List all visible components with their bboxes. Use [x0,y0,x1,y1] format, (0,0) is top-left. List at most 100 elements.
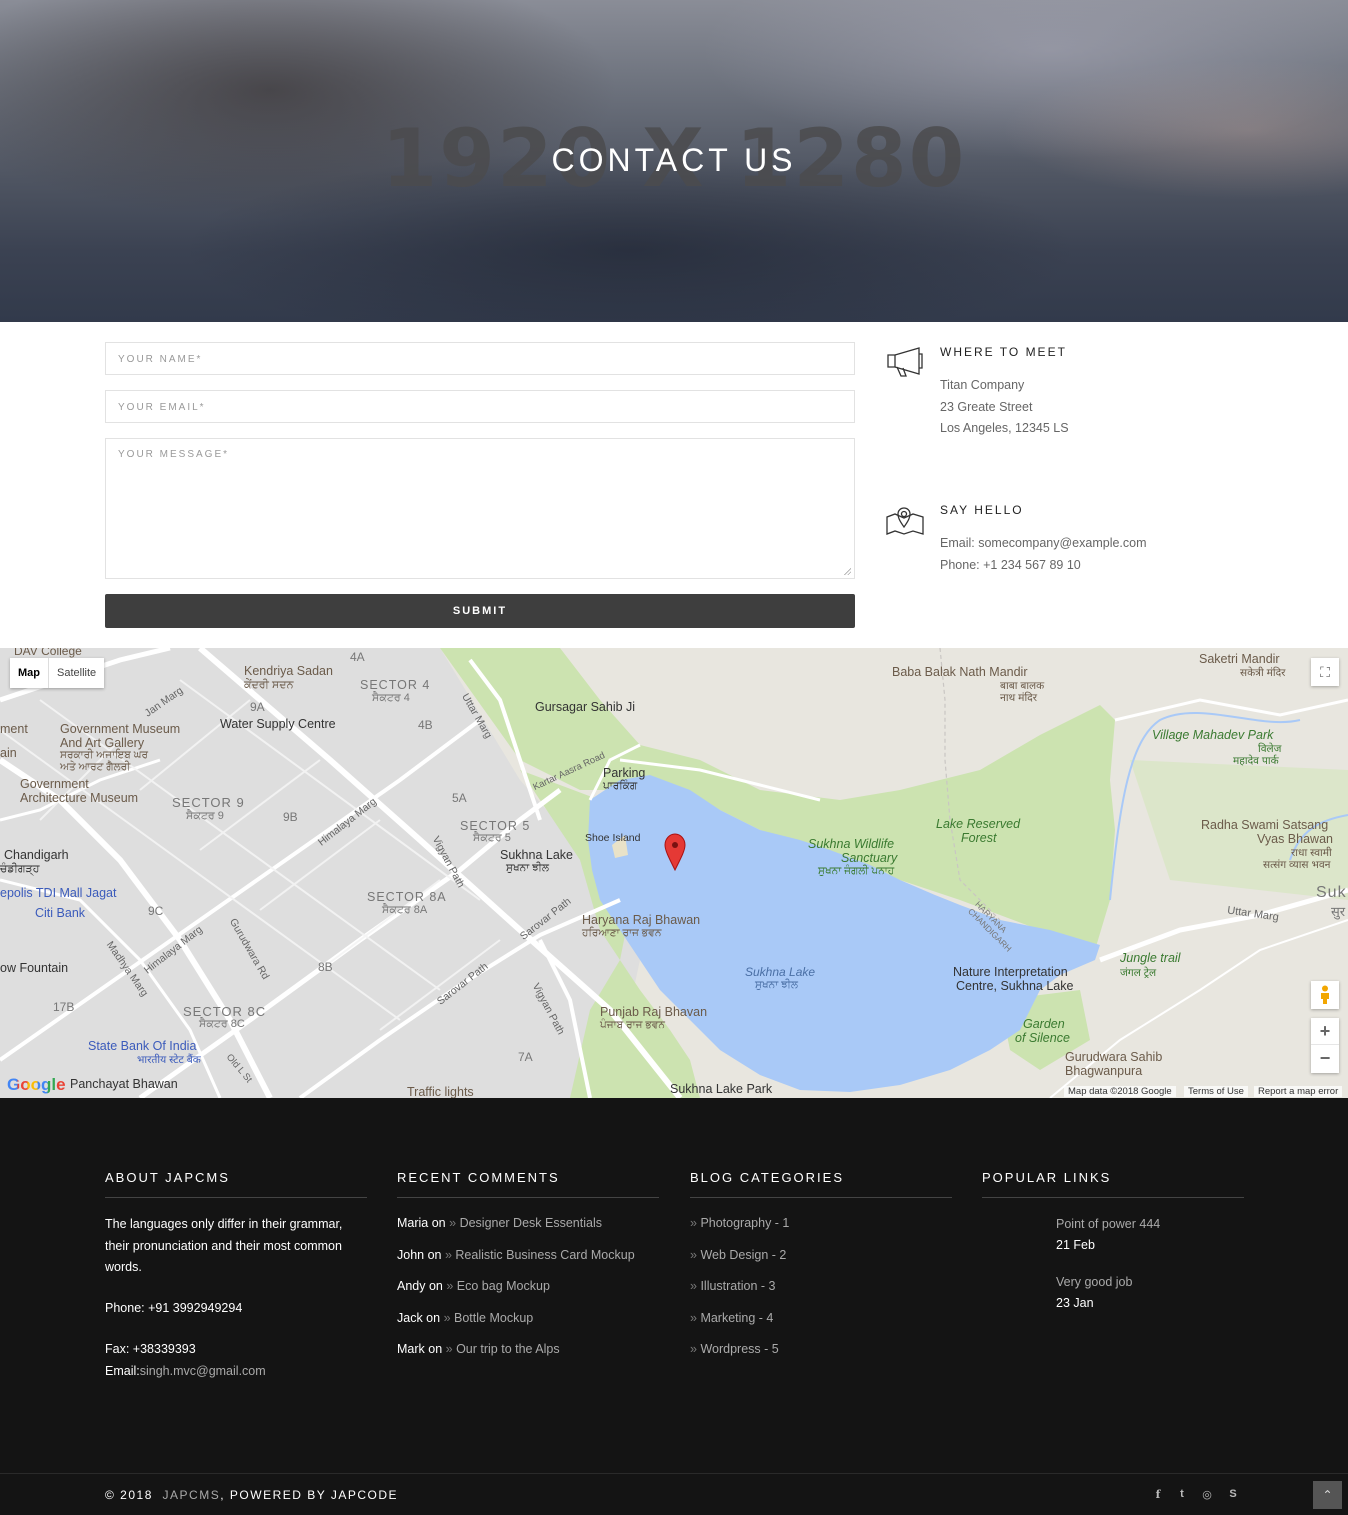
map-label-parking: Parking [603,766,646,780]
say-hello-title: SAY HELLO [940,503,1024,517]
address-line-city: Los Angeles, 12345 LS [940,421,1069,435]
zoom-control: + − [1311,1018,1339,1073]
footer-popular-links: POPULAR LINKS [982,1170,1244,1198]
map-label-punjab-pa: ਪੰਜਾਬ ਰਾਜ ਭਵਨ [600,1019,665,1031]
map-pin-icon [886,507,924,535]
submit-button[interactable]: SUBMIT [105,594,855,628]
street-view-button[interactable] [1311,981,1339,1009]
map-label-sector8a: SECTOR 8A [367,890,447,904]
comment-post-link[interactable]: Our trip to the Alps [456,1342,560,1356]
map-label-village: Village Mahadev Park [1152,728,1274,742]
map-label-reserved: Lake Reserved [936,817,1021,831]
map-label-water: Water Supply Centre [220,717,336,731]
copyright: © 2018 JAPCMS, POWERED BY JAPCODE [105,1488,398,1502]
map-label-village-hi2: महादेव पार्क [1233,755,1279,767]
popular-link-title[interactable]: Very good job [1056,1272,1132,1293]
comment-item: Mark on » Our trip to the Alps [397,1342,560,1356]
facebook-icon[interactable]: f [1151,1488,1165,1501]
zoom-out-button[interactable]: − [1311,1045,1339,1072]
map-label-haryana-pa: ਹਰਿਆਣਾ ਰਾਜ ਭਵਨ [582,927,662,939]
message-field[interactable]: YOUR MESSAGE* [105,438,855,579]
comment-post-link[interactable]: Designer Desk Essentials [460,1216,602,1230]
footer-phone: Phone: +91 3992949294 [105,1300,243,1315]
footer-about-text: The languages only differ in their gramm… [105,1217,343,1274]
map-label-radha-hi2: सत्संग व्यास भवन [1263,859,1331,871]
map-label-vigyan2: Vigyan Path [529,981,567,1037]
map-type-map-button[interactable]: Map [10,658,48,688]
map-label-sarovar2: Sarovar Path [434,960,491,1008]
category-item[interactable]: » Wordpress - 5 [690,1334,952,1366]
email-field[interactable]: YOUR EMAIL* [105,390,855,423]
comment-author: John on [397,1247,442,1262]
map-label-baba: Baba Balak Nath Mandir [892,665,1028,679]
scroll-to-top-button[interactable]: ⌃ [1313,1481,1342,1509]
dribbble-icon[interactable]: ◎ [1200,1488,1214,1501]
twitter-icon[interactable]: t [1175,1488,1189,1500]
map-label-radha1: Radha Swami Satsang [1201,818,1329,832]
category-link[interactable]: Web Design - 2 [700,1248,786,1262]
category-item[interactable]: » Illustration - 3 [690,1271,952,1303]
category-link[interactable]: Marketing - 4 [700,1311,773,1325]
name-placeholder: YOUR NAME* [118,354,203,365]
map-label-sector8c-pa: ਸੈਕਟਰ 8C [199,1018,245,1030]
map-label-8b: 8B [318,960,333,974]
resize-handle-icon[interactable] [843,567,851,575]
comment-post-link[interactable]: Realistic Business Card Mockup [455,1248,634,1262]
category-item[interactable]: » Web Design - 2 [690,1240,952,1272]
map-label-ain: ain [0,746,17,760]
google-logo[interactable]: Google [7,1075,66,1095]
copyright-year: © 2018 [105,1488,153,1502]
map-label-gursagar: Gursagar Sahib Ji [535,700,636,714]
contact-phone: Phone: +1 234 567 89 10 [940,557,1081,572]
skype-icon[interactable]: S [1226,1488,1240,1500]
map-label-suk-hi: सुर [1331,904,1346,919]
comment-item: Jack on » Bottle Mockup [397,1310,534,1325]
page-title: CONTACT US [551,142,797,178]
map-label-archmuseum: Architecture Museum [20,791,139,805]
map-label-janmarg: Jan Marg [142,684,186,720]
comment-post-link[interactable]: Eco bag Mockup [457,1279,550,1293]
map-label-jungle: Jungle trail [1120,951,1181,965]
copyright-brand-link[interactable]: JAPCMS [163,1488,221,1502]
category-link[interactable]: Photography - 1 [700,1216,789,1230]
category-link[interactable]: Wordpress - 5 [700,1342,778,1356]
map-label-shoe: Shoe Island [585,832,641,844]
category-item[interactable]: » Marketing - 4 [690,1303,952,1335]
popular-link-item[interactable]: Very good job 23 Jan [1056,1272,1132,1314]
report-map-error-link[interactable]: Report a map error [1254,1086,1343,1097]
map-label-sector4-pa: ਸੈਕਟਰ 4 [372,692,410,704]
map-label-sector8a-pa: ਸੈਕਟਰ 8A [382,904,428,916]
category-link[interactable]: Illustration - 3 [700,1279,775,1293]
footer-email-link[interactable]: singh.mvc@gmail.com [140,1364,266,1378]
google-map[interactable]: DAV College Kendriya Sadan ਕੇਂਦਰੀ ਸਦਨ 4A… [0,648,1348,1098]
contact-email: Email: somecompany@example.com [940,536,1147,550]
map-label-garden2: of Silence [1015,1031,1070,1045]
fullscreen-button[interactable]: ⛶ [1311,658,1339,686]
map-label-oldst: Old L St [223,1051,255,1086]
map-label-kendriya-pa: ਕੇਂਦਰੀ ਸਦਨ [244,679,294,691]
map-type-satellite-button[interactable]: Satellite [48,658,104,688]
map-label-govmuseum: Government Museum [60,722,181,736]
message-placeholder: YOUR MESSAGE* [118,449,230,460]
map-type-control: Map Satellite [10,658,105,688]
where-to-meet-title: WHERE TO MEET [940,345,1067,359]
name-field[interactable]: YOUR NAME* [105,342,855,375]
map-label-sukhna-pa: ਸੁਖਨਾ ਝੀਲ [506,862,549,874]
map-label-sukhna: Sukhna Lake [500,848,573,862]
map-label-lake: Sukhna Lake [745,965,816,979]
popular-link-title[interactable]: Point of power 444 [1056,1214,1160,1235]
zoom-in-button[interactable]: + [1311,1018,1339,1045]
map-label-baba-hi2: नाथ मंदिर [1000,692,1038,704]
popular-link-date: 21 Feb [1056,1238,1095,1252]
footer-about-title: ABOUT JAPCMS [105,1170,367,1198]
terms-of-use-link[interactable]: Terms of Use [1184,1086,1248,1097]
popular-link-item[interactable]: Point of power 444 21 Feb [1056,1214,1160,1256]
footer-fax: Fax: +38339393 [105,1342,196,1356]
map-label-suk: Suk [1316,884,1347,901]
map-label-sarovar: Sarovar Path [517,895,574,943]
comment-post-link[interactable]: Bottle Mockup [454,1311,533,1325]
pegman-icon [1321,985,1329,1004]
recent-comments-title: RECENT COMMENTS [397,1170,659,1198]
map-label-saketri-hi: सकेत्री मंदिर [1240,667,1286,679]
category-item[interactable]: » Photography - 1 [690,1208,952,1240]
